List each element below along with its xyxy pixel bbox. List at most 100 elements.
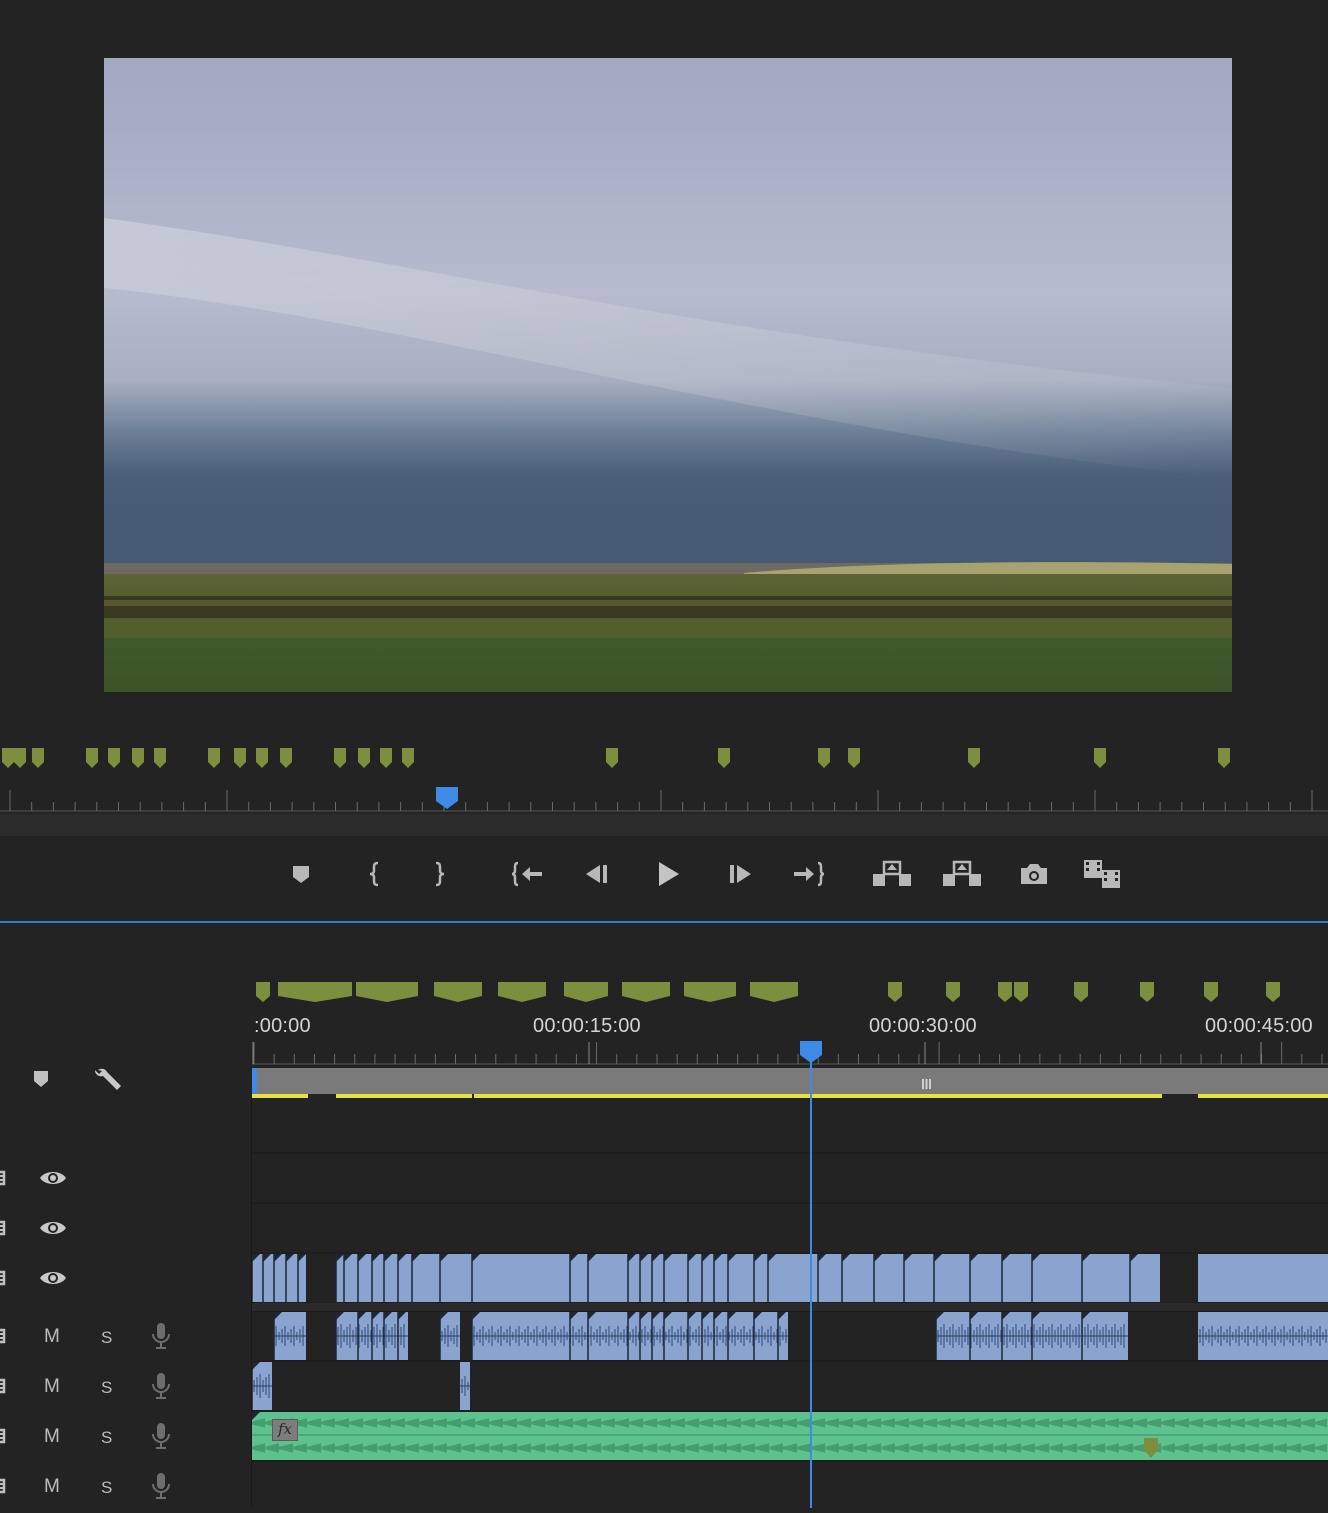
marker[interactable] [750, 982, 798, 1004]
go-to-out-button[interactable] [787, 856, 827, 892]
add-marker-button[interactable] [281, 856, 321, 892]
monitor-zoom-bar[interactable] [0, 814, 1328, 836]
timeline-tracks [0, 1098, 1328, 1508]
marker[interactable] [334, 748, 346, 770]
step-forward-button[interactable] [719, 856, 759, 892]
mark-in-icon [369, 861, 379, 887]
toggle-output-eye-icon[interactable] [39, 1169, 67, 1187]
marker[interactable] [208, 748, 220, 770]
panel-divider[interactable] [0, 921, 1328, 923]
timeline-time-ruler[interactable] [252, 1040, 1328, 1066]
marker[interactable] [606, 748, 618, 770]
transport-controls [0, 836, 1328, 920]
play-button[interactable] [648, 856, 688, 892]
marker[interactable] [968, 748, 980, 770]
button-editor-icon [1084, 860, 1120, 888]
marker[interactable] [154, 748, 166, 770]
monitor-playhead[interactable] [435, 786, 459, 810]
lift-icon [873, 860, 911, 886]
solo-track-button[interactable]: S [101, 1378, 112, 1398]
marker[interactable] [2, 748, 14, 770]
marker[interactable] [998, 982, 1012, 1004]
timeline-settings-button[interactable] [92, 1064, 124, 1096]
toggle-output-eye-icon[interactable] [39, 1219, 67, 1237]
sync-lock-icon[interactable] [0, 1218, 12, 1238]
step-forward-icon [730, 865, 751, 883]
marker[interactable] [718, 748, 730, 770]
marker[interactable] [946, 982, 960, 1004]
marker[interactable] [1140, 982, 1154, 1004]
export-frame-button[interactable] [1014, 856, 1054, 892]
marker[interactable] [402, 748, 414, 770]
marker[interactable] [256, 748, 268, 770]
marker[interactable] [888, 982, 902, 1004]
mute-track-button[interactable]: M [44, 1426, 60, 1448]
work-area-bar[interactable] [252, 1068, 1328, 1094]
marker[interactable] [234, 748, 246, 770]
marker[interactable] [1204, 982, 1218, 1004]
sync-lock-icon[interactable] [0, 1326, 12, 1346]
marker[interactable] [278, 982, 352, 1004]
timeline-marker-strip [0, 982, 1328, 1008]
voice-over-mic-icon[interactable] [151, 1422, 171, 1450]
sync-lock-icon[interactable] [0, 1376, 12, 1396]
marker[interactable] [108, 748, 120, 770]
marker[interactable] [564, 982, 608, 1004]
marker[interactable] [498, 982, 546, 1004]
marker[interactable] [356, 982, 418, 1004]
timecode-label: 00:00:30:00 [869, 1015, 977, 1037]
add-marker-timeline-button[interactable] [30, 1068, 52, 1090]
marker[interactable] [684, 982, 736, 1004]
sync-lock-icon[interactable] [0, 1426, 12, 1446]
marker[interactable] [848, 748, 860, 770]
voice-over-mic-icon[interactable] [151, 1472, 171, 1500]
solo-track-button[interactable]: S [101, 1328, 112, 1348]
toggle-output-eye-icon[interactable] [39, 1269, 67, 1287]
solo-track-button[interactable]: S [101, 1428, 112, 1448]
play-icon [659, 862, 679, 886]
marker[interactable] [14, 748, 26, 770]
step-back-icon [586, 865, 607, 883]
marker[interactable] [132, 748, 144, 770]
sync-lock-icon[interactable] [0, 1268, 12, 1288]
sync-lock-icon[interactable] [0, 1168, 12, 1188]
mark-in-button[interactable] [355, 856, 395, 892]
landscape-video-frame [104, 58, 1232, 692]
marker[interactable] [1014, 982, 1028, 1004]
fx-badge[interactable]: fx [272, 1419, 298, 1441]
mute-track-button[interactable]: M [44, 1476, 60, 1498]
solo-track-button[interactable]: S [101, 1478, 112, 1498]
mute-track-button[interactable]: M [44, 1326, 60, 1348]
mark-out-button[interactable] [419, 856, 459, 892]
voice-over-mic-icon[interactable] [151, 1322, 171, 1350]
monitor-time-ruler[interactable] [0, 786, 1328, 814]
work-area-start-handle[interactable] [252, 1068, 257, 1094]
marker[interactable] [818, 748, 830, 770]
marker[interactable] [380, 748, 392, 770]
marker[interactable] [32, 748, 44, 770]
timecode-label: 00:00:15:00 [533, 1015, 641, 1037]
marker[interactable] [1074, 982, 1088, 1004]
voice-over-mic-icon[interactable] [151, 1372, 171, 1400]
wrench-icon [94, 1068, 121, 1090]
add-marker-icon [293, 866, 309, 883]
marker[interactable] [1266, 982, 1280, 1004]
extract-button[interactable] [942, 856, 982, 892]
button-editor-button[interactable] [1082, 856, 1122, 892]
lift-button[interactable] [872, 856, 912, 892]
sync-lock-icon[interactable] [0, 1476, 12, 1496]
marker[interactable] [256, 982, 270, 1004]
marker[interactable] [86, 748, 98, 770]
marker[interactable] [1094, 748, 1106, 770]
marker[interactable] [434, 982, 482, 1004]
program-monitor [0, 0, 1328, 920]
marker[interactable] [358, 748, 370, 770]
extract-icon [943, 860, 981, 886]
mute-track-button[interactable]: M [44, 1376, 60, 1398]
marker[interactable] [1218, 748, 1230, 770]
grip-icon[interactable] [922, 1076, 931, 1089]
marker[interactable] [280, 748, 292, 770]
go-to-in-button[interactable] [509, 856, 549, 892]
marker[interactable] [622, 982, 670, 1004]
step-back-button[interactable] [578, 856, 618, 892]
